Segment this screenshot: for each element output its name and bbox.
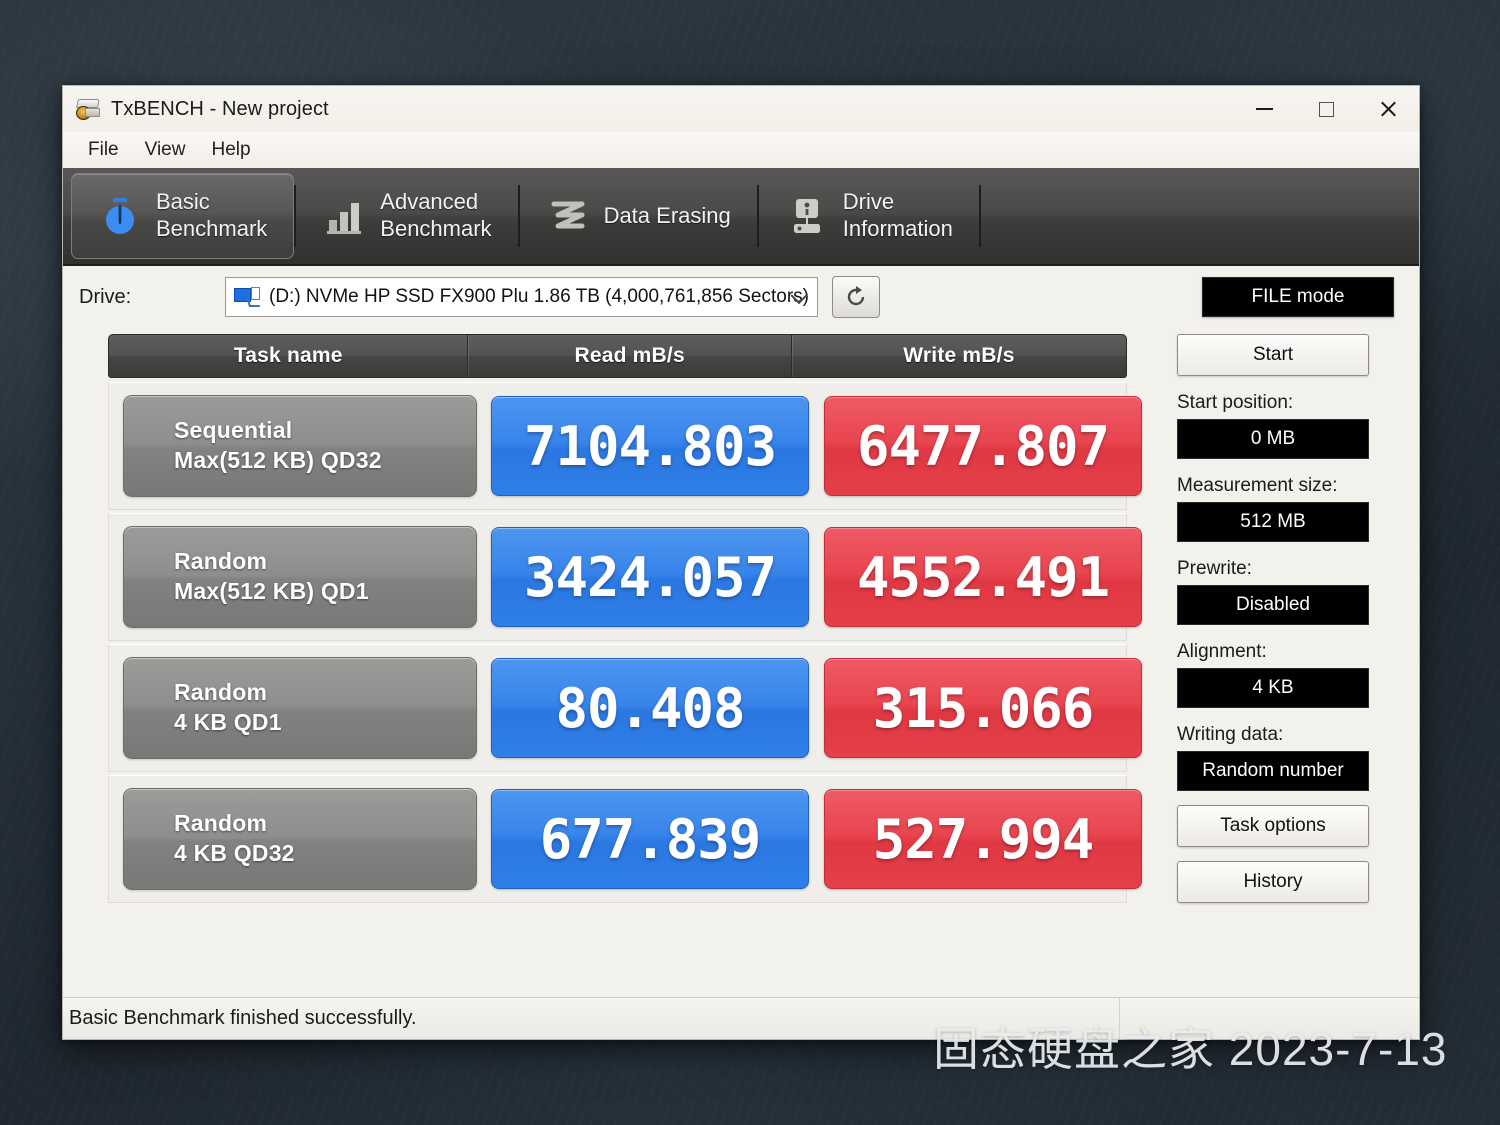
- status-message: Basic Benchmark finished successfully.: [69, 1007, 417, 1029]
- start-position-label: Start position:: [1177, 392, 1294, 413]
- prewrite-label: Prewrite:: [1177, 558, 1252, 579]
- table-row: Random Max(512 KB) QD1 3424.057 4552.491: [108, 513, 1142, 641]
- read-value: 80.408: [491, 658, 809, 758]
- task-name-line2: 4 KB QD32: [174, 840, 295, 866]
- close-icon: [1379, 100, 1398, 119]
- tab-label-basic-benchmark: Basic Benchmark: [156, 189, 268, 241]
- tab-data-erasing[interactable]: Data Erasing: [520, 173, 757, 259]
- close-button[interactable]: [1357, 86, 1419, 132]
- table-body: Sequential Max(512 KB) QD32 7104.803 647…: [108, 382, 1142, 903]
- table-row: Sequential Max(512 KB) QD32 7104.803 647…: [108, 382, 1142, 510]
- alignment-label: Alignment:: [1177, 641, 1267, 662]
- window-title: TxBENCH - New project: [111, 97, 329, 120]
- drive-selector-row: Drive: (D:) NVMe HP SSD FX900 Plu 1.86 T…: [63, 266, 1419, 328]
- table-header-row: Task name Read mB/s Write mB/s: [108, 334, 1127, 378]
- refresh-button[interactable]: [832, 276, 880, 318]
- writing-data-value[interactable]: Random number: [1177, 751, 1369, 791]
- write-value: 527.994: [824, 789, 1142, 889]
- tab-label-data-erasing: Data Erasing: [603, 202, 731, 228]
- measurement-size-value[interactable]: 512 MB: [1177, 502, 1369, 542]
- task-name-line2: Max(512 KB) QD32: [174, 447, 382, 473]
- tab-separator-4: [978, 185, 981, 247]
- status-resize-grip: [1119, 998, 1419, 1039]
- menu-item-file[interactable]: File: [75, 136, 132, 164]
- eraser-wave-icon: [551, 201, 585, 229]
- task-name-line1: Sequential: [174, 417, 293, 444]
- task-name-line2: Max(512 KB) QD1: [174, 578, 369, 604]
- refresh-icon: [847, 286, 865, 306]
- alignment-value[interactable]: 4 KB: [1177, 668, 1369, 708]
- tab-advanced-benchmark[interactable]: Advanced Benchmark: [296, 173, 517, 259]
- menu-bar: File View Help: [63, 132, 1419, 168]
- start-position-value[interactable]: 0 MB: [1177, 419, 1369, 459]
- task-name-line1: Random: [174, 548, 268, 575]
- write-value: 6477.807: [824, 396, 1142, 496]
- maximize-button[interactable]: [1295, 86, 1357, 132]
- tab-basic-benchmark[interactable]: Basic Benchmark: [71, 173, 295, 259]
- menu-item-view[interactable]: View: [132, 136, 199, 164]
- writing-data-label: Writing data:: [1177, 724, 1284, 745]
- task-cell: Sequential Max(512 KB) QD32: [123, 395, 477, 497]
- drive-label: Drive:: [79, 285, 132, 308]
- start-button[interactable]: Start: [1177, 334, 1369, 376]
- txbench-app-icon: [75, 98, 101, 120]
- menu-item-help[interactable]: Help: [198, 136, 263, 164]
- tab-label-drive-information: Drive Information: [842, 189, 953, 241]
- maximize-icon: [1318, 101, 1334, 117]
- toolbar-tabs: Basic Benchmark Advanced Benchmark Data …: [63, 168, 1419, 266]
- tab-label-advanced-benchmark: Advanced Benchmark: [380, 189, 492, 241]
- drive-select[interactable]: (D:) NVMe HP SSD FX900 Plu 1.86 TB (4,00…: [225, 277, 818, 317]
- task-name-line1: Random: [174, 810, 268, 837]
- stopwatch-icon: [106, 198, 134, 234]
- history-button[interactable]: History: [1177, 861, 1369, 903]
- table-row: Random 4 KB QD1 80.408 315.066: [108, 644, 1142, 772]
- prewrite-value[interactable]: Disabled: [1177, 585, 1369, 625]
- drive-monitor-icon: [234, 287, 261, 307]
- status-bar: Basic Benchmark finished successfully.: [63, 997, 1419, 1039]
- task-cell: Random 4 KB QD32: [123, 788, 477, 890]
- read-value: 677.839: [491, 789, 809, 889]
- minimize-button[interactable]: [1233, 86, 1295, 132]
- write-value: 315.066: [824, 658, 1142, 758]
- task-cell: Random Max(512 KB) QD1: [123, 526, 477, 628]
- drive-info-icon: [793, 199, 820, 233]
- read-value: 3424.057: [491, 527, 809, 627]
- tab-drive-information[interactable]: Drive Information: [759, 173, 979, 259]
- drive-select-value: (D:) NVMe HP SSD FX900 Plu 1.86 TB (4,00…: [269, 286, 809, 307]
- task-name-line2: 4 KB QD1: [174, 709, 282, 735]
- column-header-read: Read mB/s: [467, 335, 790, 377]
- file-mode-button[interactable]: FILE mode: [1202, 277, 1394, 317]
- main-content: Task name Read mB/s Write mB/s Sequentia…: [63, 328, 1419, 997]
- task-name-line1: Random: [174, 679, 268, 706]
- write-value: 4552.491: [824, 527, 1142, 627]
- read-value: 7104.803: [491, 396, 809, 496]
- minimize-icon: [1255, 108, 1273, 110]
- options-panel: Start Start position: 0 MB Measurement s…: [1127, 328, 1403, 997]
- column-header-task-name: Task name: [233, 344, 343, 367]
- bar-chart-icon: [327, 203, 362, 234]
- column-header-write: Write mB/s: [790, 335, 1126, 377]
- task-cell: Random 4 KB QD1: [123, 657, 477, 759]
- txbench-window: TxBENCH - New project File View Help Bas…: [62, 85, 1420, 1040]
- task-options-button[interactable]: Task options: [1177, 805, 1369, 847]
- table-row: Random 4 KB QD32 677.839 527.994: [108, 775, 1142, 903]
- measurement-size-label: Measurement size:: [1177, 475, 1338, 496]
- results-table: Task name Read mB/s Write mB/s Sequentia…: [79, 328, 1142, 997]
- title-bar: TxBENCH - New project: [63, 86, 1419, 132]
